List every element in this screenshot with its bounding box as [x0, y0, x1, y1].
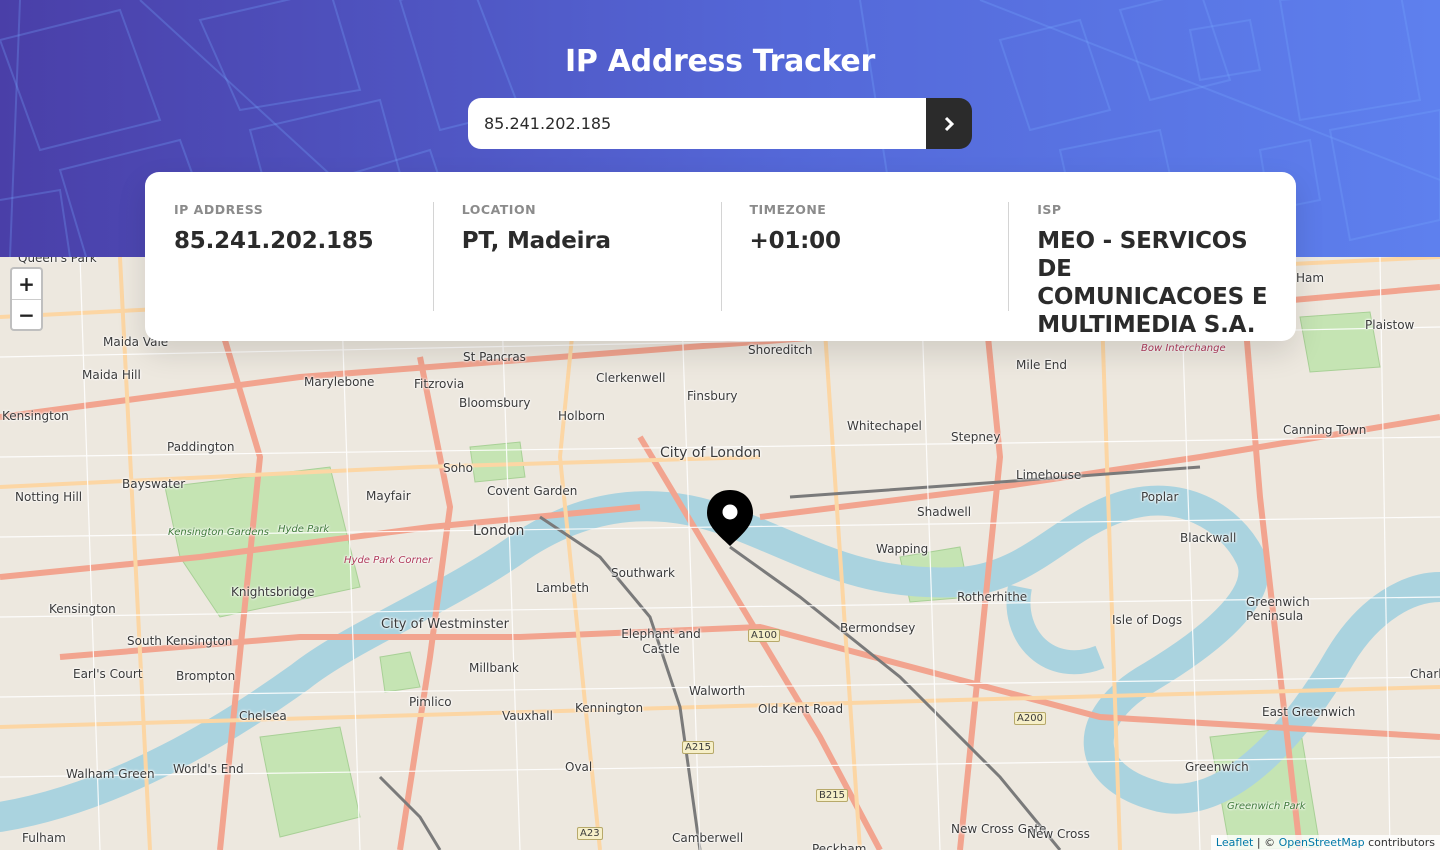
zoom-out-button[interactable]: − — [12, 299, 41, 329]
map-label: Kensington — [2, 409, 69, 423]
isp-section: ISP MEO - SERVICOS DE COMUNICACOES E MUL… — [1008, 202, 1296, 338]
timezone-label: TIMEZONE — [749, 202, 827, 217]
map-label: Kennington — [575, 701, 644, 715]
map-label: Holborn — [558, 409, 605, 423]
road-shield: A23 — [577, 827, 603, 840]
map-label: Hyde Park — [278, 524, 330, 535]
map-label: Limehouse — [1016, 468, 1082, 482]
map-label: Plaistow — [1365, 318, 1415, 332]
map-label: Knightsbridge — [231, 585, 315, 599]
map-label: Poplar — [1141, 490, 1179, 504]
map-label: Whitechapel — [847, 419, 922, 433]
map-label: Oval — [565, 760, 593, 774]
map-label: New Cross — [1027, 827, 1090, 841]
map-label: Kensington Gardens — [168, 527, 269, 538]
map-label: Rotherhithe — [957, 590, 1028, 604]
map-label: Bloomsbury — [459, 396, 531, 410]
map-label: Greenwich Park — [1227, 801, 1306, 812]
map-label: Brompton — [176, 669, 236, 683]
map-label: Millbank — [469, 661, 519, 675]
map-label: Pimlico — [409, 695, 452, 709]
map-label: Chelsea — [239, 709, 287, 723]
map-label: Notting Hill — [15, 490, 83, 504]
openstreetmap-link[interactable]: OpenStreetMap — [1279, 836, 1365, 849]
map-label: Bayswater — [122, 477, 186, 491]
zoom-in-button[interactable]: + — [12, 269, 41, 299]
map[interactable]: Queen's Park Maida Vale Maida Hill Kensi… — [0, 257, 1440, 850]
location-section: LOCATION PT, Madeira — [432, 202, 721, 311]
search-form — [468, 98, 972, 149]
zoom-control: + − — [10, 267, 43, 331]
map-label: Paddington — [167, 440, 235, 454]
map-label: Mile End — [1016, 358, 1068, 372]
map-label: Greenwich — [1185, 760, 1249, 774]
map-label: Old Kent Road — [758, 702, 844, 716]
location-pin-icon[interactable] — [705, 488, 755, 552]
map-label: Maida Hill — [82, 368, 141, 382]
map-label: Canning Town — [1283, 423, 1367, 437]
road-shield: A215 — [682, 741, 714, 754]
isp-value: MEO - SERVICOS DE COMUNICACOES E MULTIME… — [1037, 228, 1268, 338]
map-label: Lambeth — [536, 581, 590, 595]
chevron-right-icon — [944, 116, 955, 131]
map-label: Hyde Park Corner — [344, 555, 433, 566]
map-label: Fulham — [22, 831, 66, 845]
map-label: Blackwall — [1180, 531, 1237, 545]
map-label: Covent Garden — [487, 484, 578, 498]
location-value: PT, Madeira — [461, 228, 611, 254]
map-label: East Greenwich — [1262, 705, 1356, 719]
map-label: Peckham — [812, 842, 867, 850]
map-label: Vauxhall — [502, 709, 553, 723]
map-label: Clerkenwell — [596, 371, 666, 385]
map-label: Bermondsey — [840, 621, 916, 635]
page-title: IP Address Tracker — [565, 44, 875, 79]
map-attribution: Leaflet | © OpenStreetMap contributors — [1210, 835, 1440, 850]
map-label: Bow Interchange — [1141, 343, 1226, 354]
ip-info-card: IP ADDRESS 85.241.202.185 LOCATION PT, M… — [145, 172, 1296, 341]
map-label: Greenwich Peninsula — [1246, 595, 1310, 623]
map-label: Stepney — [951, 430, 1001, 444]
map-label: Southwark — [611, 566, 675, 580]
map-label: Finsbury — [687, 389, 738, 403]
map-label: London — [473, 523, 525, 539]
map-label: City of Westminster — [381, 617, 509, 632]
map-label: Walworth — [689, 684, 746, 698]
search-submit-button[interactable] — [926, 98, 972, 149]
attribution-separator: | © — [1253, 836, 1279, 849]
map-label: Earl's Court — [73, 667, 143, 681]
map-label: Ham — [1296, 271, 1325, 285]
map-label: Fitzrovia — [414, 377, 465, 391]
map-label: South Kensington — [127, 634, 233, 648]
map-label: Elephant and Castle — [621, 627, 701, 656]
location-label: LOCATION — [461, 202, 537, 217]
ip-address-value: 85.241.202.185 — [174, 228, 374, 254]
map-label: Shadwell — [917, 505, 972, 519]
map-label: Kensington — [49, 602, 116, 616]
attribution-suffix: contributors — [1364, 836, 1435, 849]
map-label: Walham Green — [66, 767, 155, 781]
map-label: Soho — [443, 461, 473, 475]
timezone-value: +01:00 — [749, 228, 841, 254]
map-label: City of London — [660, 445, 762, 461]
isp-label: ISP — [1037, 202, 1062, 217]
map-label: Isle of Dogs — [1112, 613, 1183, 627]
road-shield: B215 — [816, 789, 848, 802]
map-label: Queen's Park — [18, 257, 97, 265]
ip-address-label: IP ADDRESS — [174, 202, 264, 217]
map-label: Marylebone — [304, 375, 375, 389]
map-label: Shoreditch — [748, 343, 813, 357]
map-label: St Pancras — [463, 350, 526, 364]
map-label: Wapping — [876, 542, 929, 556]
map-label: World's End — [173, 762, 244, 776]
map-label: Camberwell — [672, 831, 744, 845]
road-shield: A200 — [1014, 712, 1046, 725]
timezone-section: TIMEZONE +01:00 — [720, 202, 1009, 311]
map-label: Charl — [1410, 667, 1440, 681]
map-label: Mayfair — [366, 489, 411, 503]
ip-address-section: IP ADDRESS 85.241.202.185 — [145, 202, 433, 311]
leaflet-link[interactable]: Leaflet — [1216, 836, 1253, 849]
ip-search-input[interactable] — [468, 98, 926, 149]
road-shield: A100 — [748, 629, 780, 642]
